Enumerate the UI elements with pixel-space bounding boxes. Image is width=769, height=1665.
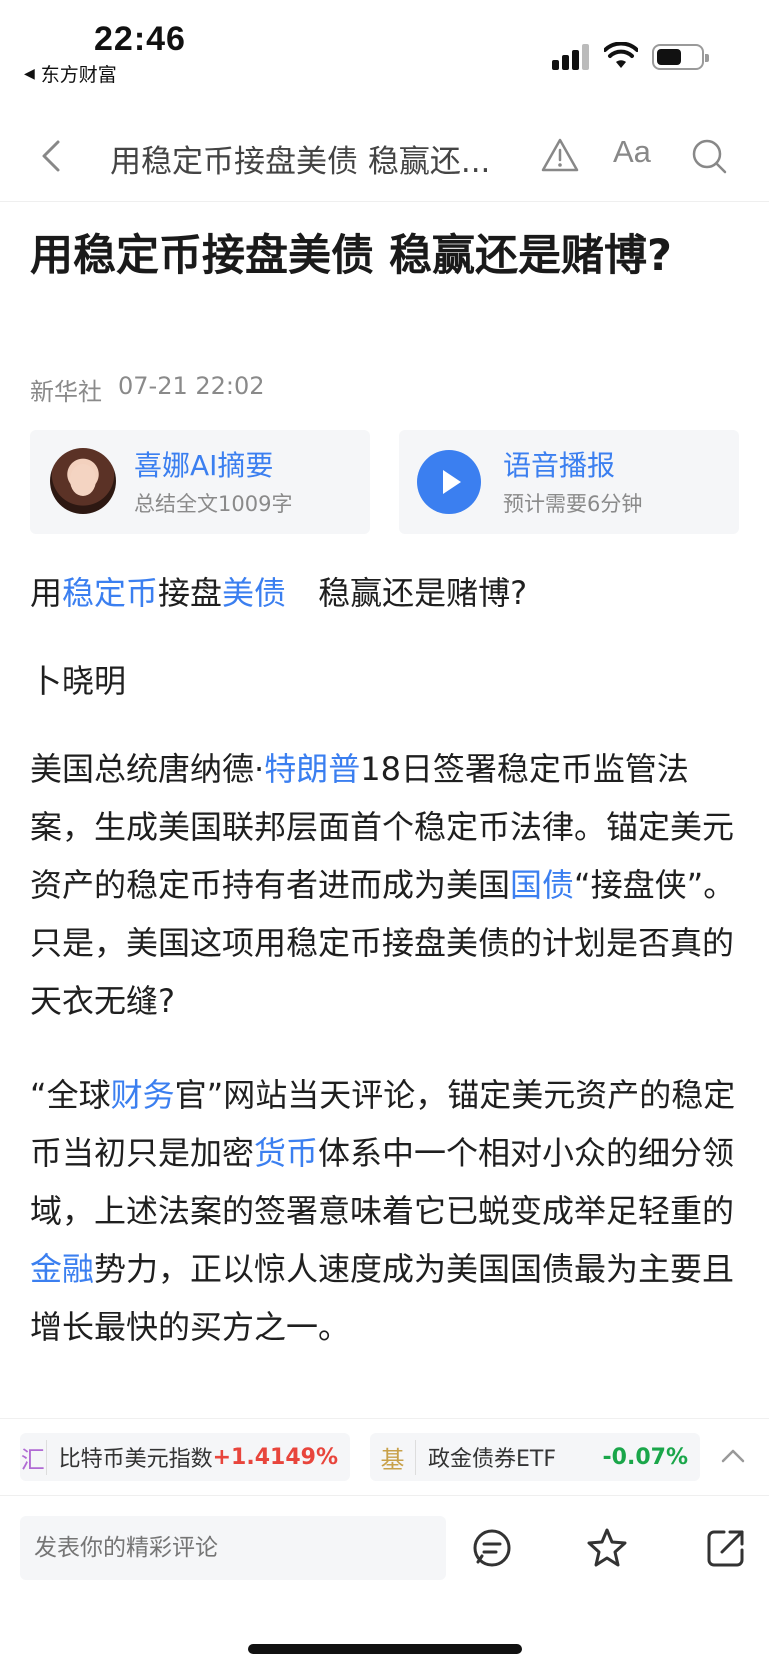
play-icon	[417, 450, 481, 514]
keyword-link[interactable]: 财务	[111, 1076, 175, 1114]
keyword-link[interactable]: 稳定币	[62, 574, 158, 612]
ticker-name: 比特币美元指数	[58, 1447, 213, 1472]
back-chevron-icon[interactable]	[38, 138, 66, 174]
back-app-label: 东方财富	[40, 64, 117, 86]
forex-badge: 汇	[20, 1439, 47, 1475]
keyword-link[interactable]: 金融	[30, 1250, 94, 1288]
favorite-star-icon[interactable]	[585, 1526, 629, 1570]
quote-ticker[interactable]: 基 政金债券ETF -0.07%	[370, 1433, 700, 1481]
keyword-link[interactable]: 货币	[254, 1134, 318, 1172]
bottom-action-bar	[0, 1495, 769, 1665]
ticker-change: +1.4149%	[212, 1444, 338, 1470]
article-paragraph: 用稳定币接盘美债 稳赢还是赌博?	[30, 574, 528, 612]
keyword-link[interactable]: 特朗普	[264, 750, 360, 788]
nav-bar: 用稳定币接盘美债 稳赢还... Aa	[0, 110, 769, 202]
ai-summary-title: 喜娜AI摘要	[134, 449, 274, 482]
audio-broadcast-card[interactable]: 语音播报 预计需要6分钟	[399, 430, 739, 534]
keyword-link[interactable]: 国债	[510, 866, 574, 904]
ai-summary-card[interactable]: 喜娜AI摘要 总结全文1009字	[30, 430, 370, 534]
quote-ticker-bar: 汇 比特币美元指数 +1.4149% 基 政金债券ETF -0.07%	[0, 1418, 769, 1492]
article-source[interactable]: 新华社	[30, 372, 102, 407]
article-headline: 用稳定币接盘美债 稳赢还是赌博?	[30, 231, 672, 281]
comment-input[interactable]	[20, 1516, 446, 1580]
home-indicator[interactable]	[248, 1644, 522, 1654]
ai-avatar	[50, 448, 116, 514]
keyword-link[interactable]: 美债	[222, 574, 286, 612]
audio-subtitle: 预计需要6分钟	[503, 492, 643, 516]
article-paragraph: 美国总统唐纳德·特朗普18日签署稳定币监管法案，生成美国联邦层面首个稳定币法律。…	[30, 750, 736, 1020]
chevron-up-icon[interactable]	[718, 1441, 748, 1471]
article-datetime: 07-21 22:02	[118, 372, 265, 400]
wifi-icon	[604, 42, 638, 68]
report-warning-icon[interactable]	[540, 136, 580, 174]
ticker-change: -0.07%	[602, 1444, 688, 1470]
status-bar: 22:46 ◀ 东方财富	[0, 0, 769, 100]
fund-badge: 基	[370, 1439, 416, 1475]
share-icon[interactable]	[704, 1526, 748, 1570]
article-author: 卜晓明	[30, 662, 127, 700]
ai-summary-subtitle: 总结全文1009字	[134, 492, 293, 516]
font-size-button[interactable]: Aa	[613, 134, 651, 170]
back-to-app-link[interactable]: ◀ 东方财富	[24, 60, 117, 87]
search-icon[interactable]	[690, 137, 728, 175]
comment-icon[interactable]	[470, 1526, 514, 1570]
back-triangle-icon: ◀	[24, 65, 35, 82]
article-meta: 新华社 07-21 22:02	[30, 372, 265, 407]
nav-title: 用稳定币接盘美债 稳赢还...	[110, 144, 491, 180]
article-paragraph: “全球财务官”网站当天评论，锚定美元资产的稳定币当初只是加密货币体系中一个相对小…	[30, 1076, 736, 1346]
status-time: 22:46	[94, 20, 186, 58]
audio-title: 语音播报	[503, 449, 616, 482]
cellular-signal-icon	[552, 44, 592, 70]
ticker-name: 政金债券ETF	[428, 1447, 556, 1472]
quote-ticker[interactable]: 汇 比特币美元指数 +1.4149%	[20, 1433, 350, 1481]
battery-icon	[652, 44, 709, 70]
